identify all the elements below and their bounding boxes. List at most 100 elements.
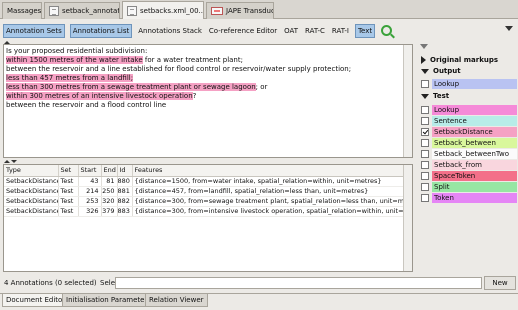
- select-input[interactable]: [115, 277, 482, 289]
- new-button[interactable]: New: [484, 276, 516, 290]
- column-header[interactable]: Id: [117, 165, 133, 177]
- tab-jape-transducer[interactable]: JAPE Transducer: [206, 2, 274, 19]
- annotations-list-button[interactable]: Annotations List: [69, 23, 133, 38]
- annotation-type-item[interactable]: Setback_between: [421, 137, 517, 148]
- tab-label: JAPE Transducer: [226, 7, 273, 15]
- annotation-type-checkbox[interactable]: [421, 105, 429, 114]
- document-tab-bar: Massages setback_annotat setbacks.xml_00…: [0, 0, 518, 19]
- annotations-table: Type Set Start End Id Features SetbackDistanc…: [4, 165, 405, 217]
- collapse-down-icon[interactable]: [11, 160, 17, 163]
- annotation-type-checkbox[interactable]: [421, 116, 429, 125]
- setback-distance-highlight[interactable]: less than 457 metres from a landfill;: [6, 74, 134, 82]
- column-header[interactable]: Set: [58, 165, 79, 177]
- annotations-list-pane: Type Set Start End Id Features SetbackDistanc…: [3, 164, 413, 272]
- table-row[interactable]: SetbackDistance Test 214 250 881 {distance=45…: [4, 186, 405, 197]
- annotation-type-label: Setback_betweenTwo: [432, 148, 517, 159]
- setback-distance-highlight[interactable]: within 1500 metres of the water intake: [6, 56, 143, 64]
- annotation-type-item[interactable]: Split: [421, 181, 517, 192]
- table-cell: 320: [101, 196, 118, 207]
- setback-distance-highlight[interactable]: less than 300 metres from a sewage treat…: [6, 83, 256, 91]
- oat-button[interactable]: OAT: [283, 25, 299, 37]
- view-toolbar: Annotation Sets Annotations List Annotat…: [0, 20, 518, 41]
- table-cell: SetbackDistance: [4, 176, 59, 187]
- annotation-type-item[interactable]: Setback_betweenTwo: [421, 148, 517, 159]
- chevron-down-icon[interactable]: [505, 26, 513, 31]
- annotation-sets-button[interactable]: Annotation Sets: [3, 23, 65, 38]
- column-header[interactable]: End: [101, 165, 118, 177]
- status-row: 4 Annotations (0 selected) Select: New: [0, 276, 518, 291]
- annotation-type-checkbox[interactable]: [421, 193, 429, 202]
- coreference-editor-button[interactable]: Co-reference Editor: [208, 25, 278, 37]
- table-scrollbar[interactable]: [403, 165, 412, 271]
- column-header[interactable]: Features: [132, 165, 405, 177]
- annotations-stack-button[interactable]: Annotations Stack: [137, 25, 203, 37]
- tab-massages[interactable]: Massages: [2, 2, 42, 19]
- text-line: within 1500 metres of the water intake f…: [6, 56, 243, 64]
- annotation-type-item[interactable]: Sentence: [421, 115, 517, 126]
- table-cell: 881: [117, 186, 133, 197]
- table-row[interactable]: SetbackDistance Test 253 320 882 {distance=30…: [4, 196, 405, 207]
- annotation-type-item[interactable]: Lookup: [421, 78, 517, 89]
- annotation-type-item[interactable]: SpaceToken: [421, 170, 517, 181]
- table-cell: 81: [101, 176, 118, 187]
- column-header[interactable]: Start: [78, 165, 102, 177]
- table-row[interactable]: SetbackDistance Test 43 81 880 {distance=1500…: [4, 176, 405, 187]
- table-cell: 379: [101, 206, 118, 217]
- panel-toggle-icon[interactable]: [420, 44, 428, 49]
- text-button[interactable]: Text: [354, 23, 376, 38]
- annotation-type-label: Sentence: [432, 115, 517, 126]
- document-text-pane[interactable]: Is your proposed residential subdivision…: [3, 44, 413, 158]
- annotation-type-label: Setback_between: [432, 137, 517, 148]
- rat-c-button[interactable]: RAT-C: [304, 25, 326, 37]
- jape-icon: [211, 7, 223, 15]
- table-cell: 883: [117, 206, 133, 217]
- search-icon[interactable]: [381, 25, 393, 36]
- setback-distance-highlight[interactable]: within 300 metres of an intensive livest…: [6, 92, 193, 100]
- annotation-type-label: Lookup: [432, 104, 517, 115]
- annotation-type-item[interactable]: SetbackDistance: [421, 126, 517, 137]
- annotation-count: 4 Annotations (0 selected): [4, 279, 97, 287]
- table-cell: {distance=457, from=landfill, spatial_re…: [132, 186, 405, 197]
- expand-icon: [421, 56, 426, 64]
- tab-setback-annotat[interactable]: setback_annotat: [44, 2, 120, 19]
- column-header[interactable]: Type: [4, 165, 59, 177]
- group-test[interactable]: Test: [421, 92, 449, 100]
- table-cell: {distance=300, from=intensive livestock …: [132, 206, 405, 217]
- table-cell: 43: [78, 176, 102, 187]
- annotation-type-label: Setback_from: [432, 159, 517, 170]
- table-cell: 326: [78, 206, 102, 217]
- annotation-type-checkbox[interactable]: [421, 182, 429, 191]
- text-line: less than 300 metres from a sewage treat…: [6, 83, 268, 91]
- annotation-type-label: Split: [432, 181, 517, 192]
- table-cell: 250: [101, 186, 118, 197]
- annotation-type-item[interactable]: Setback_from: [421, 159, 517, 170]
- table-cell: SetbackDistance: [4, 206, 59, 217]
- group-output[interactable]: Output: [421, 67, 461, 75]
- annotation-type-item[interactable]: Token: [421, 192, 517, 203]
- table-cell: 882: [117, 196, 133, 207]
- annotation-type-checkbox[interactable]: [421, 149, 429, 158]
- tab-label: Massages: [7, 7, 42, 15]
- text-line: less than 457 metres from a landfill;: [6, 74, 410, 83]
- annotation-type-label: SetbackDistance: [432, 126, 517, 137]
- rat-i-button[interactable]: RAT-I: [331, 25, 350, 37]
- annotation-type-label: Lookup: [432, 78, 517, 89]
- table-cell: {distance=300, from=sewage treatment pla…: [132, 196, 405, 207]
- table-row[interactable]: SetbackDistance Test 326 379 883 {distance=30…: [4, 206, 405, 217]
- table-cell: Test: [58, 176, 79, 187]
- annotation-type-checkbox[interactable]: [421, 79, 429, 88]
- tab-setbacks-xml[interactable]: setbacks.xml_00...: [122, 1, 204, 19]
- annotation-type-checkbox[interactable]: [421, 138, 429, 147]
- tab-initialisation-parameters[interactable]: Initialisation Parameters: [62, 294, 155, 307]
- tab-document-editor[interactable]: Document Editor: [2, 294, 70, 307]
- table-cell: 880: [117, 176, 133, 187]
- group-original-markups[interactable]: Original markups: [421, 56, 498, 64]
- collapse-up-icon[interactable]: [4, 160, 10, 163]
- annotation-type-checkbox[interactable]: [421, 171, 429, 180]
- annotation-type-checkbox[interactable]: [421, 127, 429, 136]
- text-scrollbar[interactable]: [403, 45, 412, 157]
- text-line: between the reservoir and a line establi…: [6, 65, 352, 73]
- tab-relation-viewer[interactable]: Relation Viewer: [145, 294, 208, 307]
- annotation-type-item[interactable]: Lookup: [421, 104, 517, 115]
- annotation-type-checkbox[interactable]: [421, 160, 429, 169]
